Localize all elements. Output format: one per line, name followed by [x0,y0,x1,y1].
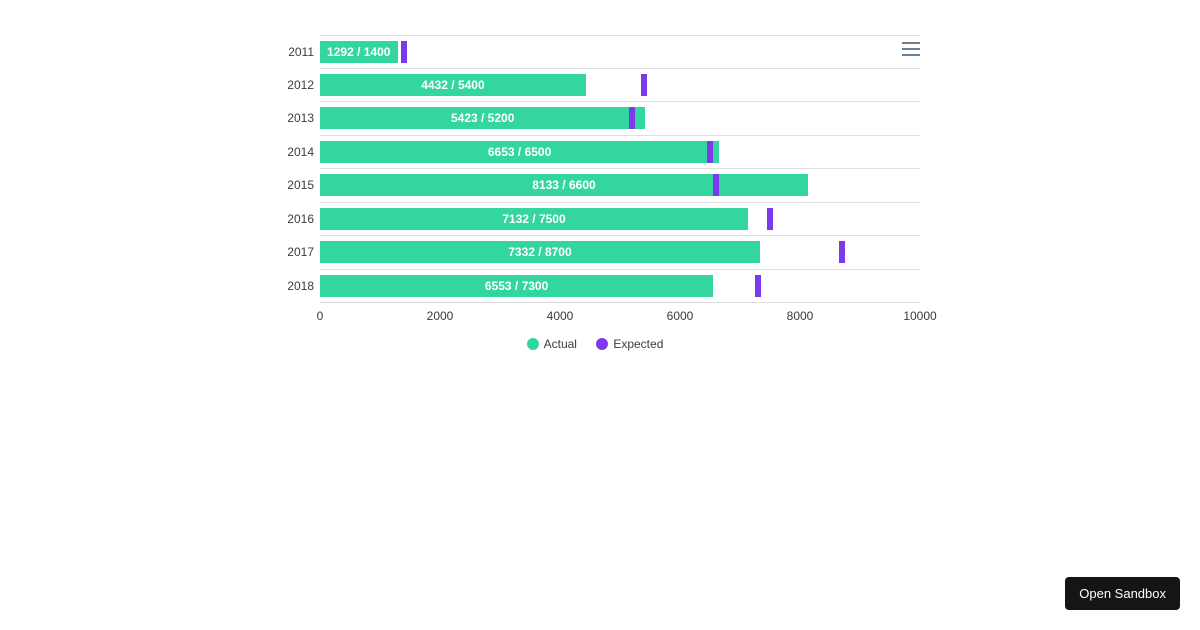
bar-data-label: 5423 / 5200 [320,107,645,129]
x-axis-tick: 0 [317,309,324,323]
bar-expected-marker[interactable] [755,275,761,297]
legend-swatch-actual [527,338,539,350]
legend-label-expected: Expected [613,337,663,351]
y-axis-label: 2011 [270,36,314,69]
chart-row: 20186553 / 7300 [320,270,920,304]
x-axis-tick: 4000 [547,309,574,323]
bar-data-label: 6553 / 7300 [320,275,713,297]
x-axis: 0200040006000800010000 [320,305,920,323]
y-axis-label: 2012 [270,69,314,102]
bar-expected-marker[interactable] [767,208,773,230]
chart-row: 20124432 / 5400 [320,69,920,103]
bar-data-label: 4432 / 5400 [320,74,586,96]
y-axis-label: 2017 [270,236,314,269]
y-axis-label: 2013 [270,102,314,135]
legend: Actual Expected [270,337,920,353]
chart-row: 20146653 / 6500 [320,136,920,170]
bar-data-label: 8133 / 6600 [320,174,808,196]
bar-expected-marker[interactable] [707,141,713,163]
open-sandbox-button[interactable]: Open Sandbox [1065,577,1180,610]
x-axis-tick: 8000 [787,309,814,323]
bar-data-label: 7332 / 8700 [320,241,760,263]
bar-data-label: 7132 / 7500 [320,208,748,230]
chart-row: 20177332 / 8700 [320,236,920,270]
chart-row: 20135423 / 5200 [320,102,920,136]
y-axis-label: 2016 [270,203,314,236]
x-axis-tick: 2000 [427,309,454,323]
legend-item-actual[interactable]: Actual [527,337,577,351]
bar-expected-marker[interactable] [641,74,647,96]
legend-label-actual: Actual [544,337,577,351]
legend-swatch-expected [596,338,608,350]
bar-data-label: 1292 / 1400 [320,41,398,63]
bar-expected-marker[interactable] [401,41,407,63]
legend-item-expected[interactable]: Expected [596,337,663,351]
bar-expected-marker[interactable] [713,174,719,196]
x-axis-tick: 6000 [667,309,694,323]
bullet-chart: 20111292 / 140020124432 / 540020135423 /… [270,35,920,385]
bar-expected-marker[interactable] [629,107,635,129]
plot-area: 20111292 / 140020124432 / 540020135423 /… [320,35,920,305]
open-sandbox-label: Open Sandbox [1079,586,1166,601]
y-axis-label: 2015 [270,169,314,202]
chart-row: 20167132 / 7500 [320,203,920,237]
chart-row: 20158133 / 6600 [320,169,920,203]
chart-row: 20111292 / 1400 [320,35,920,69]
bar-data-label: 6653 / 6500 [320,141,719,163]
bar-expected-marker[interactable] [839,241,845,263]
y-axis-label: 2018 [270,270,314,303]
y-axis-label: 2014 [270,136,314,169]
x-axis-tick: 10000 [903,309,936,323]
